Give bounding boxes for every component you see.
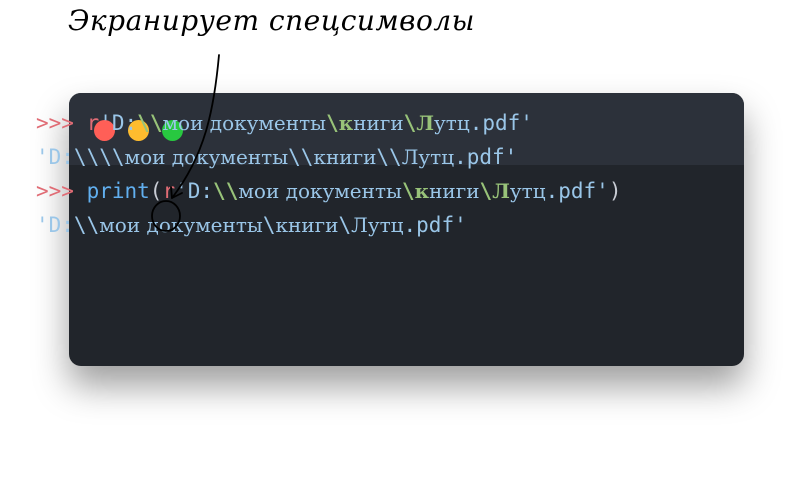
- code-token-string: .pdf': [454, 145, 518, 169]
- code-token-string: 'D:\\\\: [36, 145, 125, 169]
- code-token-escape: \\: [137, 111, 163, 135]
- console-line: >>> print(r'D:\\мои документы\книги\Лутц…: [36, 174, 621, 208]
- code-token-string: 'D:: [175, 179, 214, 203]
- code-token-prompt: >>>: [36, 179, 87, 203]
- code-token-escape: \: [401, 179, 415, 203]
- console-output: >>> r'D:\\мои документы\книги\Лутц.pdf' '…: [36, 106, 621, 242]
- code-token-function: print: [86, 179, 150, 203]
- code-token-string: 'D:: [99, 111, 138, 135]
- code-token-string: \: [338, 213, 352, 237]
- code-token-string-cyrillic: мои документы: [124, 145, 289, 169]
- code-token-escape: \: [403, 111, 417, 135]
- code-token-escape: \\: [213, 179, 239, 203]
- annotation-text: Экранирует спецсимволы: [68, 4, 475, 37]
- console-line: >>> r'D:\\мои документы\книги\Лутц.pdf': [36, 106, 621, 140]
- code-token-escape-cyrillic: Л: [492, 179, 510, 203]
- code-token-string-cyrillic: мои документы: [162, 111, 327, 135]
- code-token-escape: \: [326, 111, 339, 135]
- code-token-string-cyrillic: утц: [434, 111, 470, 135]
- code-token-string: .pdf': [469, 111, 533, 135]
- code-token-escape-cyrillic: Л: [416, 111, 435, 135]
- code-token-paren: ): [608, 179, 622, 203]
- code-token-string-cyrillic: утц: [509, 179, 546, 203]
- code-token-paren: (: [149, 179, 163, 203]
- code-token-string-cyrillic: книги: [313, 145, 377, 169]
- console-line: 'D:\\мои документы\книги\Лутц.pdf': [36, 208, 621, 242]
- code-token-string: .pdf': [545, 179, 609, 203]
- code-token-raw-prefix: r: [86, 111, 100, 135]
- code-token-string-cyrillic: мои документы: [99, 213, 263, 237]
- code-token-string-cyrillic: ниги: [429, 179, 480, 203]
- code-token-escape: \: [479, 179, 493, 203]
- code-token-raw-prefix: r: [162, 179, 176, 203]
- console-line: 'D:\\\\мои документы\\книги\\Лутц.pdf': [36, 140, 621, 174]
- code-token-string: .pdf': [403, 213, 467, 237]
- page: Экранирует спецсимволы >>> r'D:\\мои док…: [0, 0, 801, 499]
- code-token-escape-cyrillic: к: [338, 111, 354, 135]
- code-token-string-cyrillic: Лутц: [351, 213, 404, 237]
- code-token-string-cyrillic: Лутц: [401, 145, 455, 169]
- code-token-string-cyrillic: книги: [275, 213, 339, 237]
- code-token-prompt: >>>: [36, 111, 87, 135]
- code-token-string: \: [262, 213, 276, 237]
- code-token-string-cyrillic: мои документы: [238, 179, 402, 203]
- code-token-escape-cyrillic: к: [414, 179, 430, 203]
- code-token-string-cyrillic: ниги: [353, 111, 404, 135]
- code-token-string: \\: [288, 145, 314, 169]
- code-token-string: 'D:\\: [36, 213, 100, 237]
- code-token-string: \\: [376, 145, 402, 169]
